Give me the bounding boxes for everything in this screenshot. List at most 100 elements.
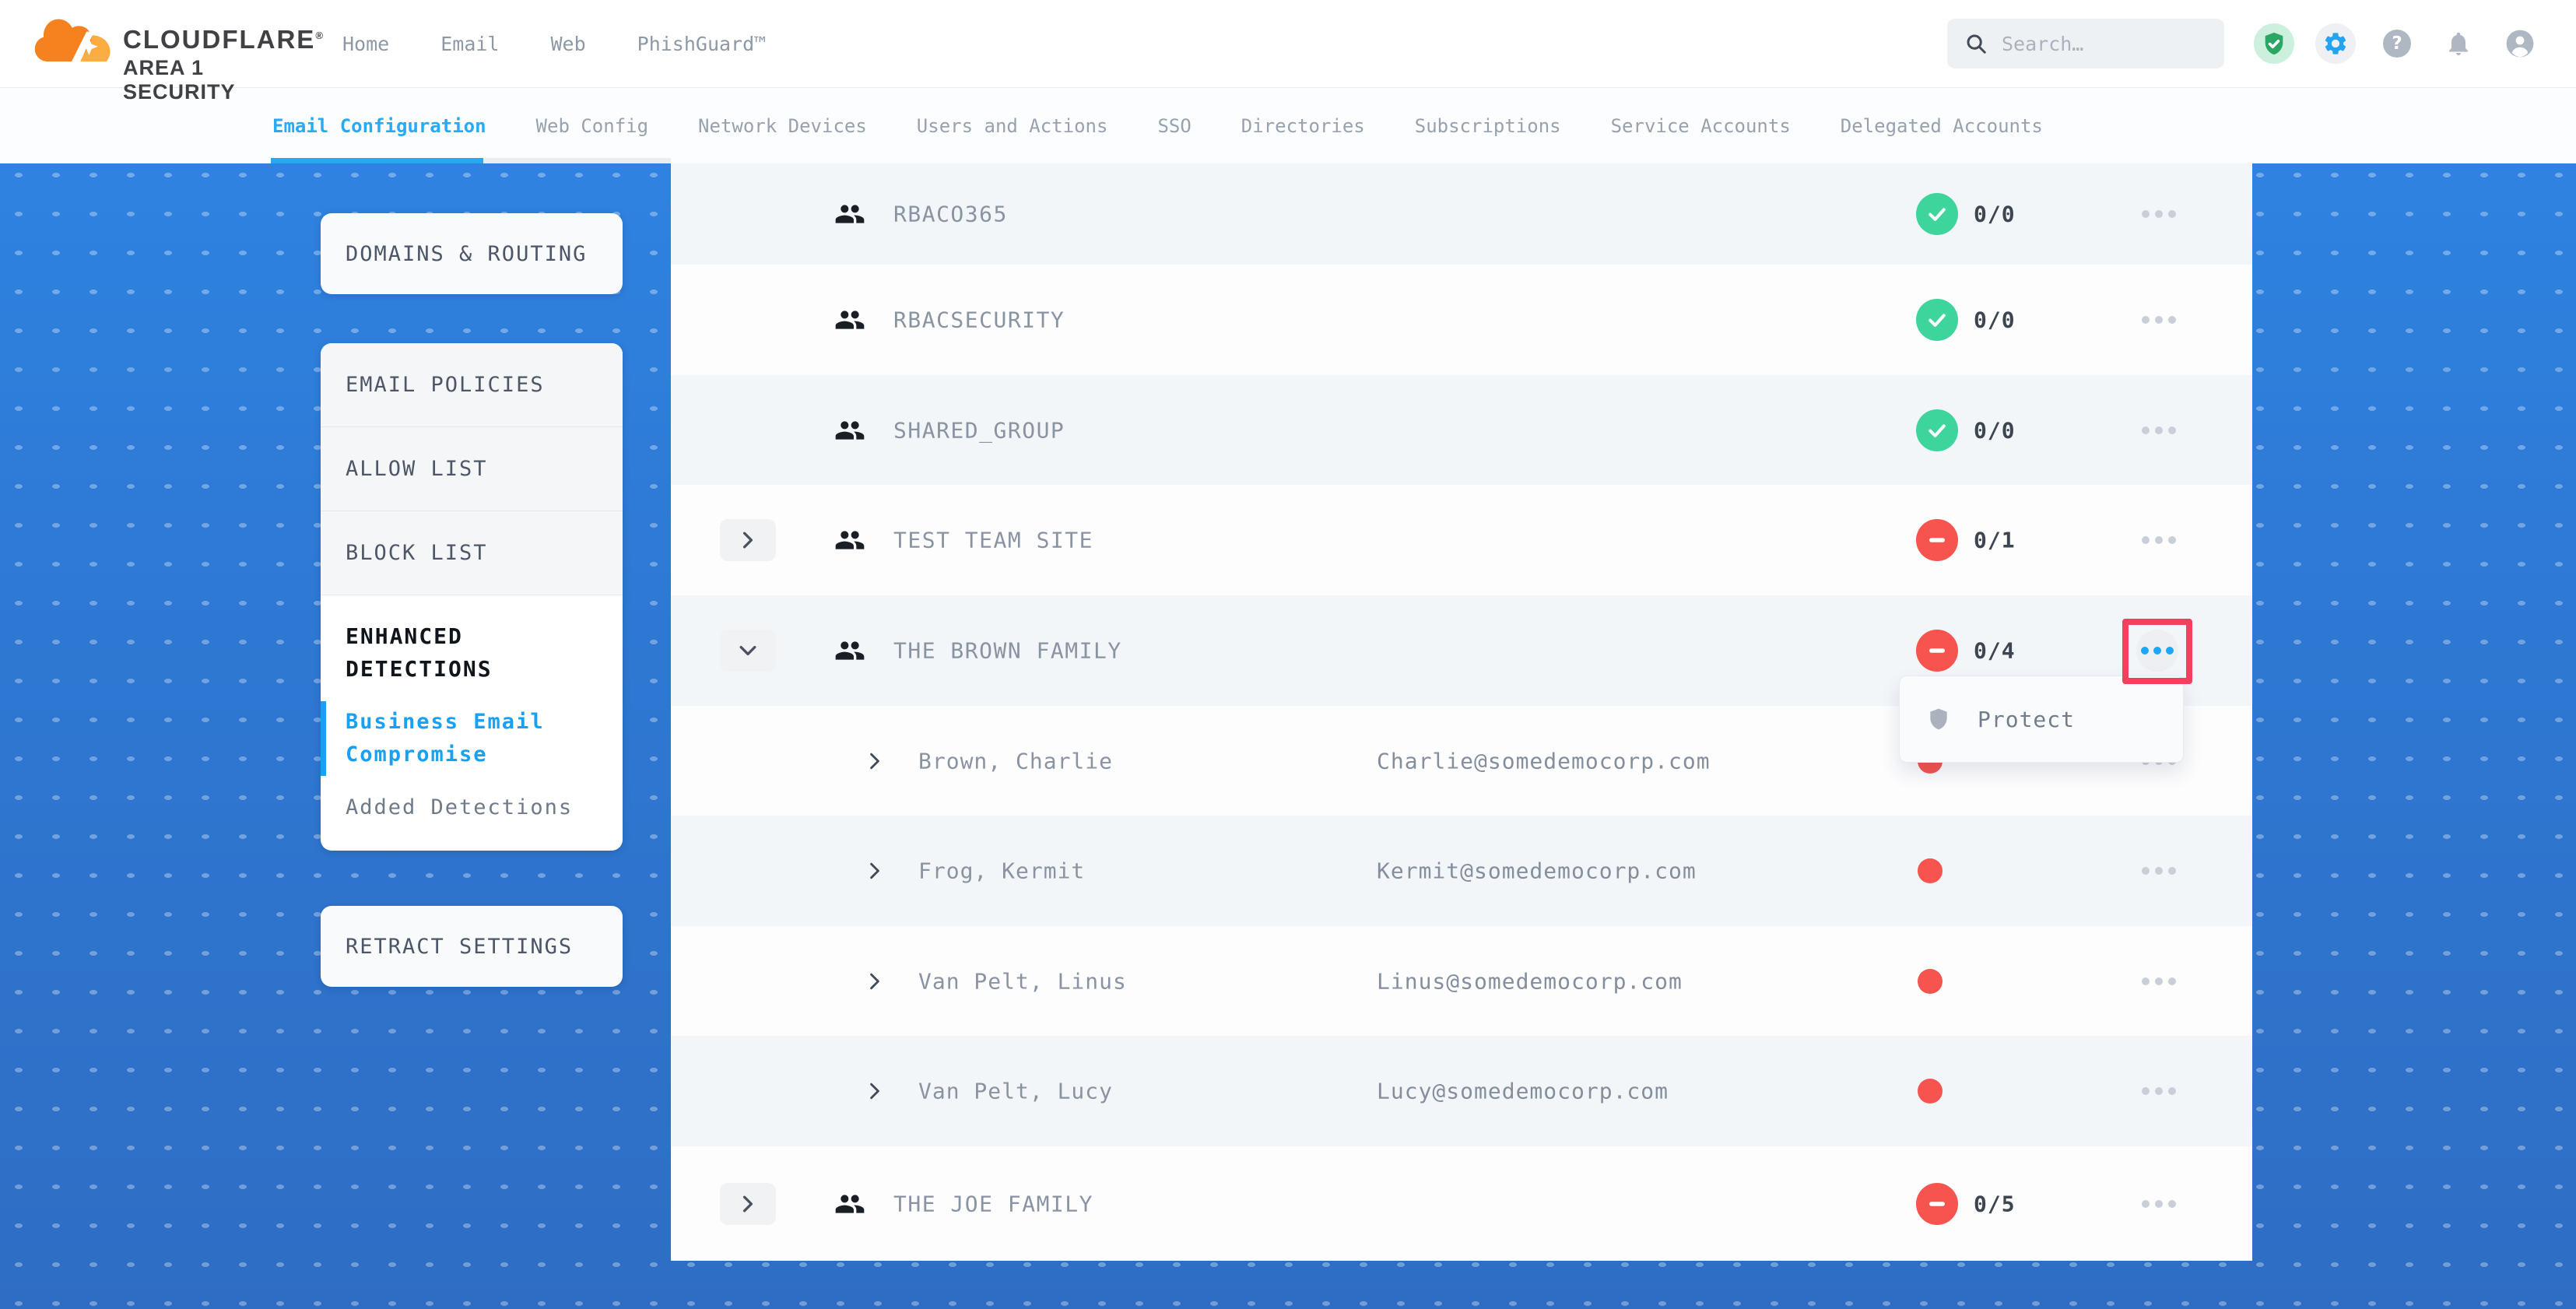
protect-label: Protect [1978, 707, 2075, 732]
search-placeholder: Search… [2002, 33, 2083, 55]
sidebar-card-domains-routing: DOMAINS & ROUTING [321, 213, 623, 294]
tab-subscriptions[interactable]: Subscriptions [1415, 88, 1561, 163]
nav-item-web[interactable]: Web [550, 33, 585, 55]
table-row-group: RBACSECURITY 0/0 [671, 265, 2252, 375]
user-email: Kermit@somedemocorp.com [1377, 858, 1697, 884]
user-expand-chevron-icon[interactable] [869, 862, 880, 879]
protected-count: 0/0 [1974, 417, 2016, 443]
top-nav: Home Email Web PhishGuard™ [342, 0, 766, 88]
row-menu-button[interactable] [2142, 426, 2176, 434]
status-badge-blocked [1916, 630, 1958, 672]
table-row-group: RBACO365 0/0 [671, 163, 2252, 265]
protect-menu-item[interactable]: Protect [1899, 676, 2184, 763]
user-email: Lucy@somedemocorp.com [1377, 1079, 1669, 1104]
group-people-icon [834, 528, 865, 552]
protected-count: 0/1 [1974, 528, 2016, 553]
tab-service-accounts[interactable]: Service Accounts [1611, 88, 1791, 163]
brand-name: CLOUDFLARE® [123, 25, 325, 54]
account-icon[interactable] [2500, 23, 2540, 64]
expand-group-button[interactable] [720, 519, 776, 561]
sidebar-card-email-policies: EMAIL POLICIESALLOW LISTBLOCK LIST ENHAN… [321, 343, 623, 851]
shield-check-icon[interactable] [2254, 23, 2294, 64]
tab-network-devices[interactable]: Network Devices [698, 88, 867, 163]
table-row-group: SHARED_GROUP 0/0 [671, 375, 2252, 485]
nav-item-phishguard-[interactable]: PhishGuard™ [637, 33, 767, 55]
group-name: SHARED_GROUP [893, 417, 1065, 443]
protected-count: 0/0 [1974, 307, 2016, 333]
protected-count: 0/4 [1974, 638, 2016, 664]
tab-web-config[interactable]: Web Config [536, 88, 649, 163]
sidebar-item-allow-list[interactable]: ALLOW LIST [321, 427, 623, 511]
row-menu-button[interactable] [2142, 210, 2176, 218]
tabs: Email Configuration Web Config Network Dev… [272, 88, 2043, 163]
status-badge-ok [1916, 299, 1958, 341]
click-target-annotation [2122, 619, 2192, 684]
group-people-icon [834, 639, 865, 662]
status-dot-blocked [1918, 969, 1943, 994]
enhanced-list: Business Email Compromise Added Detection… [346, 706, 598, 824]
sidebar-item-enhanced-detections[interactable]: ENHANCED DETECTIONS [346, 620, 587, 686]
sidebar-item-email-policies[interactable]: EMAIL POLICIES [321, 343, 623, 427]
tab-sso[interactable]: SSO [1157, 88, 1191, 163]
protected-count: 0/5 [1974, 1191, 2016, 1216]
expand-group-button[interactable] [720, 1183, 776, 1225]
section-tabbar: Email Configuration Web Config Network Dev… [0, 88, 2576, 163]
sidebar-item-added-detections[interactable]: Added Detections [346, 791, 587, 824]
group-name: RBACO365 [893, 202, 1008, 227]
user-expand-chevron-icon[interactable] [869, 1083, 880, 1100]
row-menu-button[interactable] [2142, 867, 2176, 875]
row-menu-button[interactable] [2142, 1087, 2176, 1095]
nav-item-email[interactable]: Email [440, 33, 499, 55]
tab-directories[interactable]: Directories [1241, 88, 1365, 163]
status-badge-blocked [1916, 1183, 1958, 1225]
notifications-bell-icon[interactable] [2438, 23, 2479, 64]
sidebar-item-retract-settings[interactable]: RETRACT SETTINGS [321, 906, 623, 987]
row-menu-button[interactable] [2142, 536, 2176, 544]
row-menu-button[interactable] [2142, 977, 2176, 985]
help-icon[interactable]: ? [2377, 23, 2417, 64]
user-name: Van Pelt, Lucy [918, 1079, 1113, 1104]
search-icon [1964, 32, 1988, 55]
table-row-user: Van Pelt, Lucy Lucy@somedemocorp.com [671, 1036, 2252, 1146]
header-icons: ? [2254, 23, 2540, 64]
settings-gear-icon[interactable] [2315, 23, 2356, 64]
sidebar-item-business-email-compromise[interactable]: Business Email Compromise [346, 706, 587, 771]
brand-subtitle: AREA 1 SECURITY [123, 56, 299, 104]
group-people-icon [834, 202, 865, 226]
user-email: Charlie@somedemocorp.com [1377, 748, 1711, 774]
user-expand-chevron-icon[interactable] [869, 753, 880, 770]
tab-users-and-actions[interactable]: Users and Actions [917, 88, 1108, 163]
user-email: Linus@somedemocorp.com [1377, 968, 1683, 994]
tab-delegated-accounts[interactable]: Delegated Accounts [1841, 88, 2043, 163]
protected-count: 0/0 [1974, 202, 2016, 227]
sidebar-item-domains-routing[interactable]: DOMAINS & ROUTING [321, 213, 623, 294]
group-people-icon [834, 1192, 865, 1216]
group-name: RBACSECURITY [893, 307, 1065, 333]
policy-list: EMAIL POLICIESALLOW LISTBLOCK LIST [321, 343, 623, 595]
status-badge-ok [1916, 409, 1958, 451]
group-name: THE JOE FAMILY [893, 1191, 1093, 1216]
status-badge-ok [1916, 193, 1958, 235]
status-dot-blocked [1918, 1079, 1943, 1104]
group-people-icon [834, 419, 865, 442]
app-header: CLOUDFLARE® AREA 1 SECURITY Home Email Web… [0, 0, 2576, 88]
sidebar-item-block-list[interactable]: BLOCK LIST [321, 511, 623, 595]
cloudflare-logo[interactable]: CLOUDFLARE® AREA 1 SECURITY [34, 8, 299, 82]
user-name: Brown, Charlie [918, 748, 1113, 774]
search-input[interactable]: Search… [1947, 19, 2224, 68]
collapse-group-button[interactable] [720, 630, 776, 672]
user-name: Van Pelt, Linus [918, 968, 1127, 994]
row-menu-button[interactable] [2142, 316, 2176, 324]
tab-underline-track [483, 158, 671, 163]
tab-email-configuration[interactable]: Email Configuration [272, 88, 486, 163]
table-row-group: THE JOE FAMILY 0/5 [671, 1146, 2252, 1261]
user-expand-chevron-icon[interactable] [869, 973, 880, 990]
group-people-icon [834, 308, 865, 332]
group-name: THE BROWN FAMILY [893, 638, 1122, 664]
group-name: TEST TEAM SITE [893, 528, 1093, 553]
table-row-user: Van Pelt, Linus Linus@somedemocorp.com [671, 926, 2252, 1036]
sidebar-card-retract-settings: RETRACT SETTINGS [321, 906, 623, 987]
row-menu-button[interactable] [2142, 1200, 2176, 1208]
nav-item-home[interactable]: Home [342, 33, 389, 55]
enhanced-detections-section: ENHANCED DETECTIONS Business Email Compr… [321, 595, 623, 824]
